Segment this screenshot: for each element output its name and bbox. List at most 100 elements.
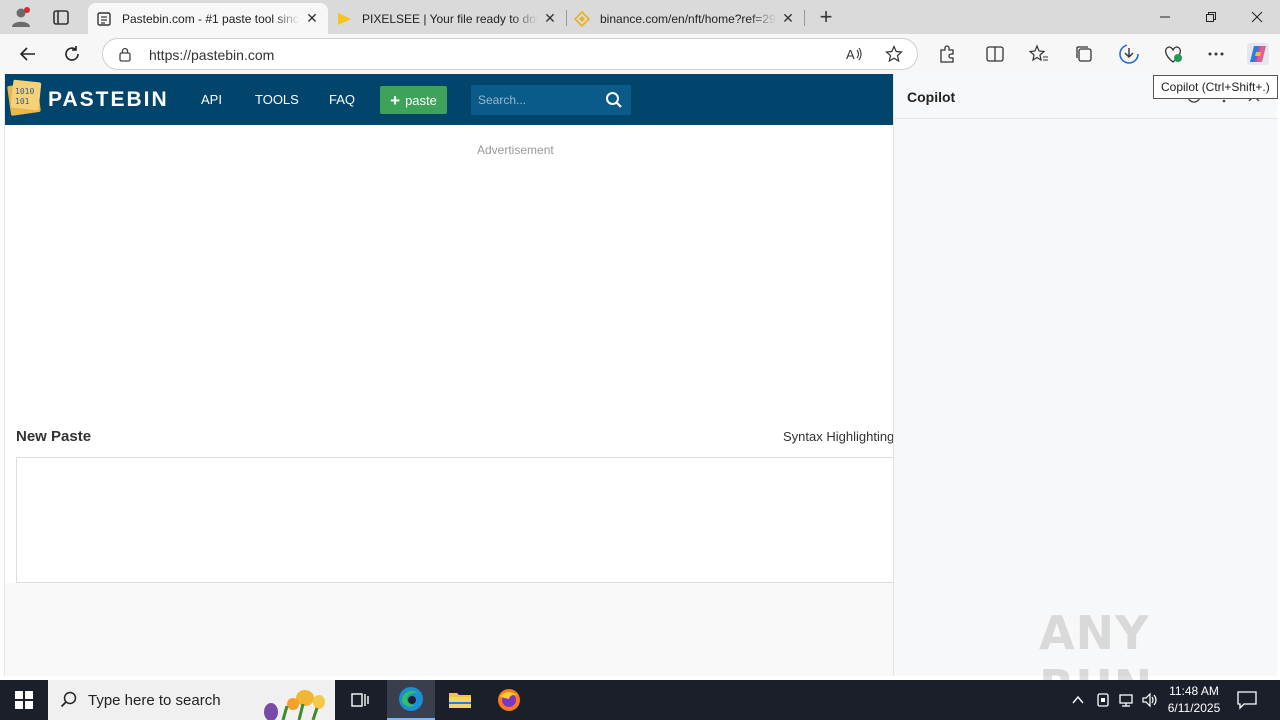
advertisement-label: Advertisement [477,143,554,157]
page-viewport: 1010 101 PASTEBIN API TOOLS FAQ + paste … [4,74,893,676]
chevron-up-icon [1072,695,1084,704]
start-button[interactable] [0,680,48,720]
read-aloud-icon[interactable]: A [845,45,863,63]
favorite-star-icon[interactable] [885,45,903,63]
close-window-button[interactable] [1234,0,1280,34]
windows-taskbar: Type here to search 11:48 AM 6/11/2025 [0,680,1280,720]
task-view-button[interactable] [336,680,384,720]
network-icon [1119,694,1133,707]
search-input[interactable] [471,85,597,115]
new-paste-button[interactable]: + paste [380,86,447,114]
svg-text:A: A [846,47,855,62]
tray-volume-icon[interactable] [1140,690,1160,710]
download-icon [1119,44,1139,64]
close-tab-icon[interactable]: ✕ [300,7,324,31]
clock-time: 11:48 AM [1169,684,1219,698]
close-tab-icon[interactable]: ✕ [538,7,562,31]
puzzle-icon [940,45,954,63]
pastebin-header: 1010 101 PASTEBIN API TOOLS FAQ + paste [5,74,893,125]
minimize-button[interactable] [1142,0,1188,34]
notification-center-icon[interactable] [1236,690,1258,710]
close-tab-icon[interactable]: ✕ [776,7,800,31]
downloads-button[interactable] [1118,43,1140,65]
search-icon [60,691,77,708]
tab-pixelsee[interactable]: PIXELSEE | Your file ready to download ✕ [328,3,566,34]
collections-button[interactable] [1073,43,1095,65]
firefox-icon [498,689,520,711]
tab-title: Pastebin.com - #1 paste tool since 2002! [122,11,300,26]
tab-strip: Pastebin.com - #1 paste tool since 2002!… [0,0,1280,34]
site-info-lock-icon[interactable] [117,46,133,62]
collections-icon [1076,46,1092,62]
syntax-highlighting-toggle[interactable]: Syntax Highlighting [783,429,893,444]
nav-tools[interactable]: TOOLS [255,92,299,107]
settings-and-more-button[interactable] [1205,43,1227,65]
tab-title: binance.com/en/nft/home?ref=29 [600,11,776,26]
paste-textarea[interactable] [16,457,893,583]
nav-api[interactable]: API [201,92,222,107]
heartbeat-icon [1165,46,1182,63]
close-icon [1251,11,1263,23]
copilot-button[interactable] [1247,43,1269,65]
nav-faq[interactable]: FAQ [329,92,355,107]
search-icon[interactable] [605,91,623,109]
favorites-button[interactable] [1028,43,1050,65]
profile-icon[interactable] [10,6,32,28]
minimize-icon [1160,16,1170,18]
clock-date: 6/11/2025 [1167,701,1221,715]
browser-toolbar: https://pastebin.com A [0,34,1280,74]
tray-device-icon[interactable] [1093,690,1113,710]
copilot-panel: Copilot ANY RUN [893,74,1278,714]
copilot-icon [1250,46,1266,62]
task-view-icon [351,693,369,707]
search-box [471,85,631,115]
pastebin-logo-icon[interactable]: 1010 101 [7,78,43,118]
pastebin-favicon-icon [97,11,111,26]
copilot-tooltip: Copilot (Ctrl+Shift+.) [1153,75,1278,99]
copilot-title: Copilot [907,89,956,105]
device-icon [1097,693,1109,707]
edge-icon [399,687,423,711]
new-paste-heading: New Paste [16,428,92,445]
taskbar-clock[interactable]: 11:48 AM 6/11/2025 [1166,683,1222,717]
extensions-button[interactable] [936,43,958,65]
taskbar-search-text: Type here to search [88,692,221,709]
windows-logo-icon [15,691,33,709]
speaker-icon [1142,692,1157,708]
pastebin-brand[interactable]: PASTEBIN [48,88,169,112]
tab-separator [804,10,805,26]
split-screen-icon [986,46,1004,62]
page-footer-area [5,583,893,676]
split-screen-button[interactable] [984,43,1006,65]
refresh-icon [65,46,79,61]
back-button[interactable] [14,40,42,68]
folder-icon [449,693,471,708]
show-hidden-icons-button[interactable] [1068,690,1088,710]
back-arrow-icon [19,47,35,61]
svg-text:1010: 1010 [15,87,34,96]
address-bar[interactable]: https://pastebin.com A [102,38,918,70]
tab-actions-icon[interactable] [50,6,72,28]
taskbar-edge[interactable] [387,680,435,720]
taskbar-search-box[interactable]: Type here to search [48,680,335,720]
taskbar-file-explorer[interactable] [436,680,484,720]
paste-button-label: paste [405,92,437,108]
search-highlight-flowers-icon [264,690,325,720]
tab-binance[interactable]: binance.com/en/nft/home?ref=29 ✕ [566,3,804,34]
taskbar-firefox[interactable] [485,680,533,720]
url-text[interactable]: https://pastebin.com [149,47,274,63]
browser-essentials-button[interactable] [1162,43,1184,65]
svg-text:101: 101 [15,97,30,106]
play-favicon-icon [338,12,351,25]
plus-icon: + [390,90,401,110]
restore-icon [1206,12,1216,22]
binance-favicon-icon [574,10,590,27]
more-dots-icon [1208,52,1224,56]
favorites-list-icon [1029,44,1048,62]
tab-pastebin[interactable]: Pastebin.com - #1 paste tool since 2002!… [88,3,328,34]
refresh-button[interactable] [58,40,86,68]
new-tab-button[interactable]: + [814,4,838,29]
tray-network-icon[interactable] [1116,690,1136,710]
tab-title: PIXELSEE | Your file ready to download [362,11,538,26]
restore-button[interactable] [1188,0,1234,34]
